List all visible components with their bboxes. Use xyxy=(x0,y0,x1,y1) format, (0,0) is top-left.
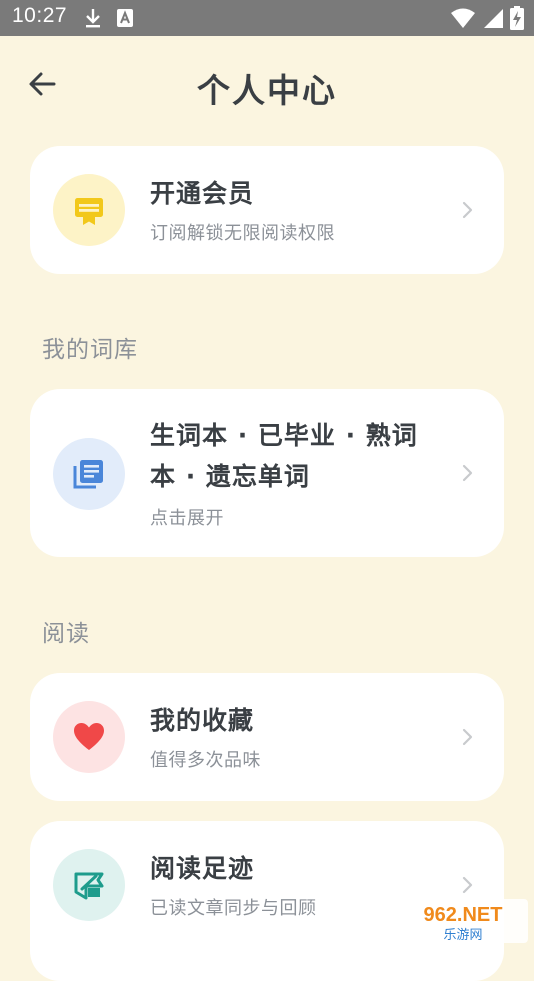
vip-title: 开通会员 xyxy=(150,179,255,208)
signal-icon xyxy=(484,9,503,28)
favorites-title: 我的收藏 xyxy=(150,706,255,735)
watermark-bottom-text: 乐游网 xyxy=(443,928,482,943)
footprint-ticket-icon xyxy=(74,872,104,900)
section-label-wordbank: 我的词库 xyxy=(42,337,138,363)
status-notification-icons xyxy=(84,6,134,30)
chevron-right-icon xyxy=(462,201,473,219)
status-system-icons xyxy=(450,6,524,30)
favorites-card[interactable]: 我的收藏 值得多次品味 xyxy=(30,673,504,801)
history-title: 阅读足迹 xyxy=(150,854,255,883)
battery-charging-icon xyxy=(510,6,524,30)
vip-badge-icon xyxy=(75,198,103,225)
wordbook-icon-circle xyxy=(53,438,125,510)
history-subtitle: 已读文章同步与回顾 xyxy=(150,898,317,919)
vip-icon-circle xyxy=(53,174,125,246)
favorites-icon-circle xyxy=(53,701,125,773)
app-header: 个人中心 xyxy=(0,36,534,132)
site-watermark-logo: 962.NET 乐游网 xyxy=(398,899,528,943)
chevron-right-icon xyxy=(462,728,473,746)
watermark-top-text: 962.NET xyxy=(424,904,503,926)
chevron-right-icon xyxy=(462,464,473,482)
section-label-reading: 阅读 xyxy=(42,621,90,647)
wifi-icon xyxy=(451,8,475,28)
notification-a-icon xyxy=(117,9,133,27)
history-icon-circle xyxy=(53,849,125,921)
wordbook-subtitle: 点击展开 xyxy=(150,508,224,529)
favorites-subtitle: 值得多次品味 xyxy=(150,750,261,771)
vip-card[interactable]: 开通会员 订阅解锁无限阅读权限 xyxy=(30,146,504,274)
download-icon xyxy=(86,9,100,28)
status-bar: 10:27 xyxy=(0,0,534,36)
status-time: 10:27 xyxy=(12,4,68,27)
wordbook-card[interactable]: 生词本 · 已毕业 · 熟词 本 · 遗忘单词 点击展开 xyxy=(30,389,504,557)
heart-icon xyxy=(74,723,104,750)
page-title: 个人中心 xyxy=(197,71,337,110)
wordbook-title-line2: 本 · 遗忘单词 xyxy=(150,462,310,491)
chevron-right-icon xyxy=(462,876,473,894)
wordbook-title-line1: 生词本 · 已毕业 · 熟词 xyxy=(150,421,418,450)
book-list-icon xyxy=(73,460,103,489)
vip-subtitle: 订阅解锁无限阅读权限 xyxy=(150,223,335,244)
